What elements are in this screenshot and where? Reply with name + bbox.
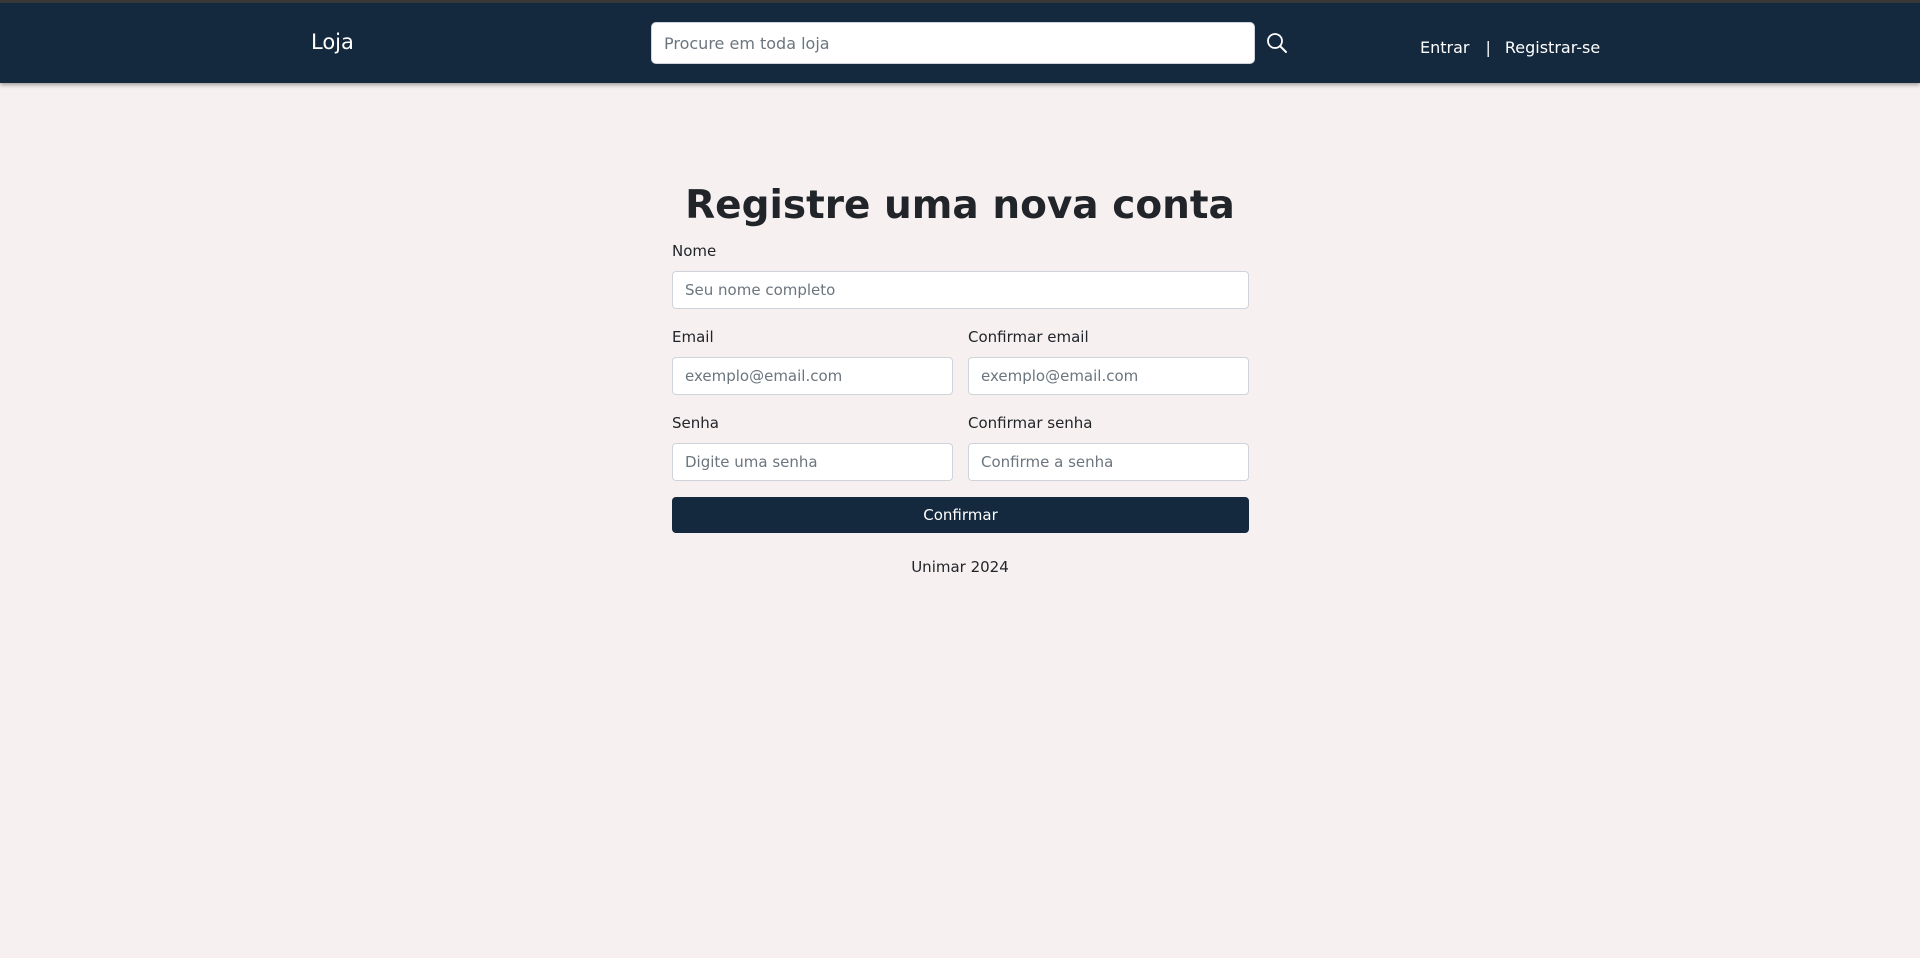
email-label: Email bbox=[672, 328, 714, 346]
confirm-button[interactable]: Confirmar bbox=[672, 497, 1249, 533]
navbar: Loja Entrar | Registrar-se bbox=[0, 3, 1920, 83]
search-button[interactable] bbox=[1262, 28, 1292, 58]
login-link[interactable]: Entrar bbox=[1420, 38, 1469, 57]
register-link[interactable]: Registrar-se bbox=[1505, 38, 1600, 57]
footer-text: Unimar 2024 bbox=[911, 558, 1009, 576]
password-field[interactable] bbox=[672, 443, 953, 481]
nav-separator: | bbox=[1485, 38, 1491, 57]
confirm-email-field[interactable] bbox=[968, 357, 1249, 395]
search-input[interactable] bbox=[651, 22, 1255, 64]
name-field[interactable] bbox=[672, 271, 1249, 309]
email-field[interactable] bbox=[672, 357, 953, 395]
confirm-password-field[interactable] bbox=[968, 443, 1249, 481]
brand-logo-link[interactable]: Loja bbox=[311, 30, 354, 54]
password-label: Senha bbox=[672, 414, 719, 432]
auth-links: Entrar | Registrar-se bbox=[1420, 38, 1600, 57]
confirm-password-label: Confirmar senha bbox=[968, 414, 1093, 432]
page-title: Registre uma nova conta bbox=[685, 183, 1235, 228]
confirm-email-label: Confirmar email bbox=[968, 328, 1089, 346]
name-label: Nome bbox=[672, 242, 717, 260]
search-icon bbox=[1262, 28, 1292, 58]
